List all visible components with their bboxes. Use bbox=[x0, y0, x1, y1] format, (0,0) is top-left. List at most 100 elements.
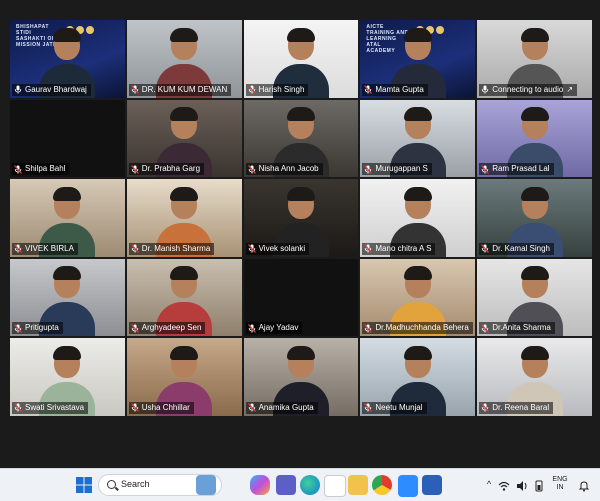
participant-tile[interactable]: Pritigupta bbox=[10, 258, 125, 337]
participant-name: Connecting to audio bbox=[492, 84, 564, 94]
participant-tile[interactable]: Nisha Ann Jacob bbox=[243, 99, 359, 178]
participant-tile[interactable]: Ajay Yadav bbox=[243, 258, 359, 337]
participant-name-tag: Swati Srivastava bbox=[12, 401, 89, 414]
muted-mic-icon bbox=[247, 244, 256, 254]
edge-browser-icon[interactable] bbox=[300, 475, 320, 495]
mic-icon bbox=[14, 85, 22, 94]
speaker-icon[interactable] bbox=[516, 479, 528, 491]
participant-tile[interactable]: Dr. Kamal Singh bbox=[477, 179, 592, 257]
participant-name-tag: Anamika Gupta bbox=[245, 401, 318, 414]
windows-taskbar: Search ^ ENG IN bbox=[0, 468, 600, 501]
participant-name: Pritigupta bbox=[25, 323, 59, 333]
participant-name-tag: Neetu Munjal bbox=[362, 401, 427, 414]
participant-tile[interactable]: Swati Srivastava bbox=[10, 338, 125, 416]
participant-name: Harish Singh bbox=[258, 84, 305, 94]
participant-name: Dr. Kamal Singh bbox=[492, 243, 550, 253]
participant-tile[interactable]: Anamika Gupta bbox=[243, 338, 359, 416]
participant-name: Anamika Gupta bbox=[258, 402, 314, 412]
participant-name-tag: Mano chitra A S bbox=[362, 242, 436, 255]
search-icon bbox=[107, 480, 116, 489]
participant-tile[interactable]: Connecting to audio ↗ bbox=[477, 20, 592, 98]
participant-name-tag: Pritigupta bbox=[12, 322, 63, 335]
participant-name-tag: Dr. Prabha Garg bbox=[128, 163, 205, 176]
participant-name-tag: Dr.Madhuchhanda Behera bbox=[362, 322, 473, 335]
participant-name: Arghyadeep Sen bbox=[141, 323, 202, 333]
participant-name-tag: Shilpa Bahl bbox=[12, 163, 70, 176]
participant-name-tag: DR. KUM KUM DEWAN bbox=[128, 83, 232, 96]
widgets-icon[interactable] bbox=[196, 475, 216, 495]
participant-name-tag: Dr. Kamal Singh bbox=[479, 242, 554, 255]
participant-name-tag: Nisha Ann Jacob bbox=[245, 163, 323, 176]
muted-mic-icon bbox=[364, 244, 373, 254]
participant-name-tag: Murugappan S bbox=[362, 163, 432, 176]
participant-name: VIVEK BIRLA bbox=[25, 243, 74, 253]
word-icon[interactable] bbox=[422, 475, 442, 495]
participant-name-tag: Gaurav Bhardwaj bbox=[12, 83, 91, 96]
top-bar bbox=[0, 0, 600, 18]
participant-name-tag: Connecting to audio ↗ bbox=[479, 83, 578, 96]
participant-tile[interactable]: Neetu Munjal bbox=[360, 338, 476, 416]
language-code: ENG bbox=[552, 476, 568, 483]
muted-mic-icon bbox=[481, 323, 490, 333]
battery-icon[interactable] bbox=[534, 479, 544, 492]
notification-bell-icon[interactable] bbox=[578, 479, 590, 492]
participant-tile[interactable]: Dr.Madhuchhanda Behera bbox=[360, 258, 476, 337]
participant-tile[interactable]: Vivek solanki bbox=[243, 179, 359, 257]
zoom-icon[interactable] bbox=[398, 475, 418, 497]
muted-mic-icon bbox=[247, 164, 256, 174]
participant-name: Dr. Reena Baral bbox=[492, 402, 550, 412]
participant-tile[interactable]: Arghyadeep Sen bbox=[126, 258, 242, 337]
tray-overflow-chevron-icon[interactable]: ^ bbox=[484, 480, 494, 489]
file-explorer-icon[interactable] bbox=[348, 475, 368, 495]
mic-icon bbox=[481, 85, 489, 94]
participant-tile[interactable]: Dr. Manish Sharma bbox=[126, 179, 242, 257]
participant-name: Nisha Ann Jacob bbox=[258, 164, 319, 174]
chrome-icon[interactable] bbox=[372, 475, 392, 495]
search-label: Search bbox=[121, 479, 150, 489]
muted-mic-icon bbox=[14, 244, 22, 254]
language-indicator[interactable]: ENG IN bbox=[548, 476, 572, 492]
muted-mic-icon bbox=[14, 403, 22, 413]
participant-name: Shilpa Bahl bbox=[25, 164, 66, 174]
participant-tile[interactable]: Ram Prasad Lal bbox=[477, 99, 592, 178]
amazon-icon[interactable] bbox=[324, 475, 346, 497]
muted-mic-icon bbox=[130, 164, 139, 174]
participant-tile[interactable]: Dr.Anita Sharma bbox=[477, 258, 592, 337]
participant-tile[interactable]: Mano chitra A S bbox=[360, 179, 476, 257]
participant-tile[interactable]: DR. KUM KUM DEWAN bbox=[126, 20, 242, 98]
participant-tile[interactable]: Dr. Reena Baral bbox=[477, 338, 592, 416]
participant-name: Usha Chhillar bbox=[141, 402, 190, 412]
muted-mic-icon bbox=[481, 164, 490, 174]
participant-name-tag: Usha Chhillar bbox=[128, 401, 194, 414]
participant-name-tag: Dr. Reena Baral bbox=[479, 401, 554, 414]
participant-name: Vivek solanki bbox=[258, 243, 306, 253]
participant-name: Dr.Madhuchhanda Behera bbox=[375, 323, 469, 333]
muted-mic-icon bbox=[481, 403, 490, 413]
muted-mic-icon bbox=[14, 164, 22, 174]
windows-start-icon[interactable] bbox=[74, 475, 94, 495]
copilot-icon[interactable] bbox=[250, 475, 270, 495]
participant-tile[interactable]: Shilpa Bahl bbox=[10, 99, 125, 178]
participant-name: Neetu Munjal bbox=[375, 402, 423, 412]
participant-tile[interactable]: Usha Chhillar bbox=[126, 338, 242, 416]
muted-mic-icon bbox=[364, 164, 373, 174]
muted-mic-icon bbox=[247, 323, 256, 333]
participant-tile[interactable]: Dr. Prabha Garg bbox=[126, 99, 242, 178]
participant-name: Murugappan S bbox=[375, 164, 428, 174]
muted-mic-icon bbox=[130, 85, 139, 95]
gallery-grid: BHISHAPAT STIDI SASHAKTI OHA MISSION JAT… bbox=[10, 20, 592, 416]
muted-mic-icon bbox=[130, 244, 139, 254]
participant-name: Gaurav Bhardwaj bbox=[25, 84, 87, 94]
participant-tile[interactable]: Harish Singh bbox=[243, 20, 359, 98]
wifi-icon[interactable] bbox=[498, 479, 510, 491]
participant-name-tag: Dr. Manish Sharma bbox=[128, 242, 215, 255]
participant-name: Dr. Manish Sharma bbox=[141, 243, 211, 253]
participant-tile[interactable]: BHISHAPAT STIDI SASHAKTI OHA MISSION JAT… bbox=[10, 20, 125, 98]
muted-mic-icon bbox=[481, 244, 490, 254]
participant-tile[interactable]: AICTE TRAINING AND LEARNING ATAL ACADEMY… bbox=[360, 20, 476, 98]
teams-icon[interactable] bbox=[276, 475, 296, 495]
participant-name-tag: Arghyadeep Sen bbox=[128, 322, 206, 335]
participant-tile[interactable]: Murugappan S bbox=[360, 99, 476, 178]
participant-name: DR. KUM KUM DEWAN bbox=[141, 84, 228, 94]
participant-tile[interactable]: VIVEK BIRLA bbox=[10, 179, 125, 257]
